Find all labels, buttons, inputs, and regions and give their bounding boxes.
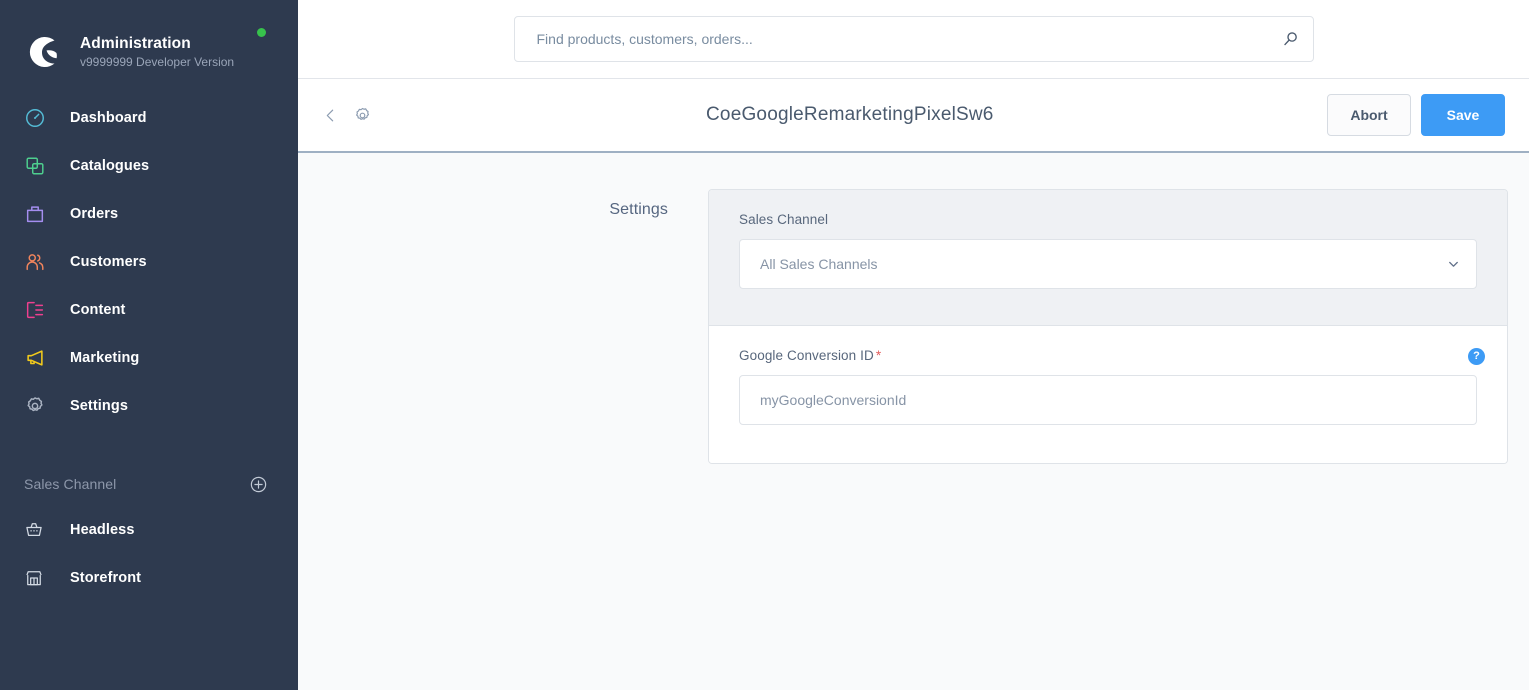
- sidebar-item-label: Settings: [70, 398, 128, 414]
- sales-channel-select-wrapper: All Sales Channels: [739, 239, 1477, 289]
- settings-form: Settings Sales Channel All Sales Channel…: [298, 153, 1529, 464]
- help-icon[interactable]: ?: [1468, 348, 1485, 365]
- sales-channel-section-title: Sales Channel: [24, 476, 117, 492]
- required-marker: *: [875, 348, 882, 363]
- orders-icon: [24, 200, 54, 228]
- sidebar-item-label: Marketing: [70, 350, 140, 366]
- brand-text: Administration v9999999 Developer Versio…: [80, 34, 234, 71]
- sidebar-item-label: Headless: [70, 522, 135, 538]
- storefront-icon: [24, 564, 54, 592]
- header-left-actions: [322, 106, 502, 125]
- page-header: CoeGoogleRemarketingPixelSw6 Abort Save: [298, 79, 1529, 153]
- basket-icon: [24, 516, 54, 544]
- sales-channel-label: Sales Channel: [739, 212, 829, 227]
- customers-icon: [24, 248, 54, 276]
- shopware-logo-icon: [22, 32, 62, 72]
- abort-button[interactable]: Abort: [1327, 94, 1411, 136]
- sidebar-item-label: Content: [70, 302, 126, 318]
- chevron-left-icon[interactable]: [322, 107, 339, 124]
- google-conversion-id-section: Google Conversion ID * ?: [709, 326, 1507, 463]
- sidebar-item-catalogues[interactable]: Catalogues: [0, 142, 298, 190]
- sidebar-item-orders[interactable]: Orders: [0, 190, 298, 238]
- google-conversion-id-input[interactable]: [739, 375, 1477, 425]
- brand-version: v9999999 Developer Version: [80, 54, 235, 69]
- sidebar-item-label: Catalogues: [70, 158, 150, 174]
- google-conversion-id-label-text: Google Conversion ID: [739, 348, 874, 363]
- page-title: CoeGoogleRemarketingPixelSw6: [706, 104, 994, 125]
- sidebar-item-storefront[interactable]: Storefront: [0, 554, 298, 602]
- sidebar-item-customers[interactable]: Customers: [0, 238, 298, 286]
- admin-app: Administration v9999999 Developer Versio…: [0, 0, 1529, 690]
- sidebar-item-content[interactable]: Content: [0, 286, 298, 334]
- gear-icon: [24, 392, 54, 420]
- sales-channel-selected-value: All Sales Channels: [760, 256, 878, 272]
- search-icon[interactable]: [1281, 30, 1300, 49]
- content-icon: [24, 296, 54, 324]
- marketing-icon: [24, 344, 54, 372]
- main-content: Settings Sales Channel All Sales Channel…: [298, 153, 1529, 690]
- sidebar-item-label: Customers: [70, 254, 147, 270]
- brand-title: Administration: [80, 34, 191, 52]
- conversion-id-label-row: Google Conversion ID *: [739, 348, 1477, 375]
- main-navigation: Dashboard Catalogues Orders Customers Co…: [0, 94, 298, 430]
- search-wrapper: [513, 16, 1314, 62]
- dashboard-icon: [24, 104, 54, 132]
- catalogues-icon: [24, 152, 54, 180]
- sidebar-item-label: Dashboard: [70, 110, 147, 126]
- settings-card: Sales Channel All Sales Channels Google …: [708, 189, 1508, 464]
- brand-header[interactable]: Administration v9999999 Developer Versio…: [0, 0, 298, 82]
- plus-circle-icon[interactable]: [249, 475, 268, 494]
- sales-channel-section: Sales Channel All Sales Channels: [709, 190, 1507, 326]
- sidebar-item-dashboard[interactable]: Dashboard: [0, 94, 298, 142]
- gear-icon[interactable]: [353, 106, 372, 125]
- sales-channel-section-header: Sales Channel: [0, 462, 298, 506]
- sidebar: Administration v9999999 Developer Versio…: [0, 0, 298, 690]
- settings-section-label: Settings: [609, 201, 668, 218]
- sales-channel-select[interactable]: All Sales Channels: [739, 239, 1477, 289]
- form-card-column: Sales Channel All Sales Channels Google …: [708, 189, 1508, 464]
- sidebar-item-headless[interactable]: Headless: [0, 506, 298, 554]
- sidebar-item-label: Orders: [70, 206, 119, 222]
- status-dot: [257, 28, 266, 37]
- search-input[interactable]: [513, 16, 1314, 62]
- sidebar-item-settings[interactable]: Settings: [0, 382, 298, 430]
- content-area: CoeGoogleRemarketingPixelSw6 Abort Save …: [298, 0, 1529, 690]
- save-button[interactable]: Save: [1421, 94, 1505, 136]
- sidebar-item-label: Storefront: [70, 570, 142, 586]
- global-search-bar: [298, 0, 1529, 79]
- google-conversion-id-label: Google Conversion ID *: [739, 348, 881, 363]
- form-section-label-column: Settings: [298, 189, 708, 464]
- sidebar-item-marketing[interactable]: Marketing: [0, 334, 298, 382]
- header-actions: Abort Save: [1327, 94, 1505, 136]
